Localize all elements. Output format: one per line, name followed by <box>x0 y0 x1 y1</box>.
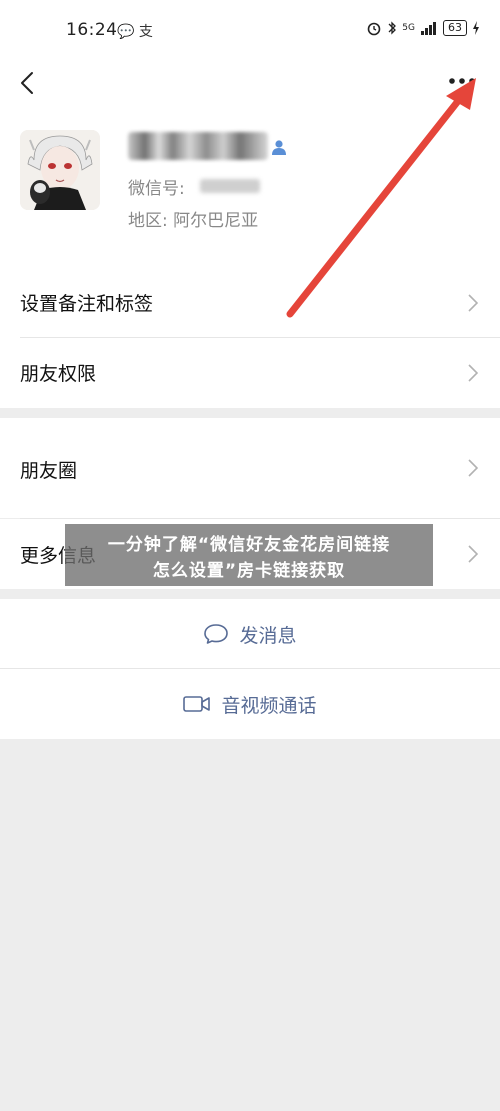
header <box>0 62 500 122</box>
battery-level: 63 <box>443 20 467 36</box>
avatar[interactable] <box>20 130 100 210</box>
charging-icon <box>473 21 479 35</box>
menu-item-label: 设置备注和标签 <box>20 293 154 315</box>
alarm-icon <box>367 22 381 36</box>
avatar-image <box>20 130 100 210</box>
user-icon <box>272 140 286 155</box>
watermark-line-1: 一分钟了解“微信好友金花房间链接 <box>107 535 391 555</box>
watermark-overlay: 一分钟了解“微信好友金花房间链接 怎么设置”房卡链接获取 <box>65 524 433 586</box>
status-bar: 16:24 💬 支 5G 63 <box>0 0 500 62</box>
video-call-button[interactable]: 音视频通话 <box>0 669 500 739</box>
region-text: 地区: 阿尔巴尼亚 <box>128 211 259 231</box>
menu-item-friend-permissions[interactable]: 朋友权限 <box>0 338 500 408</box>
watermark-line-2: 怎么设置”房卡链接获取 <box>152 561 346 581</box>
chevron-left-icon <box>21 72 33 94</box>
more-button[interactable] <box>444 70 480 92</box>
status-time: 16:24 <box>66 20 118 40</box>
nickname-blurred <box>128 132 268 160</box>
send-message-button[interactable]: 发消息 <box>0 599 500 669</box>
menu-item-moments[interactable]: 朋友圈 <box>0 418 500 518</box>
chevron-right-icon <box>468 459 478 477</box>
back-button[interactable] <box>12 66 42 100</box>
menu-item-label: 朋友权限 <box>20 363 97 385</box>
chat-bubble-icon <box>204 624 229 644</box>
status-indicators: 5G 63 <box>366 20 480 36</box>
network-label: 5G <box>402 23 415 33</box>
video-call-label: 音视频通话 <box>221 694 317 717</box>
send-message-label: 发消息 <box>239 624 297 647</box>
menu-item-label: 朋友圈 <box>20 460 78 482</box>
video-camera-icon <box>183 696 211 712</box>
chevron-right-icon <box>468 364 478 382</box>
chevron-right-icon <box>468 545 478 563</box>
status-app-icons: 💬 支 <box>117 24 153 40</box>
signal-icon <box>421 22 436 35</box>
wechat-id-blurred <box>200 179 260 193</box>
bluetooth-icon <box>388 21 397 35</box>
wechat-id-label: 微信号: <box>128 179 185 199</box>
chevron-right-icon <box>468 294 478 312</box>
more-dots-icon <box>449 78 475 84</box>
menu-item-remark-tags[interactable]: 设置备注和标签 <box>0 268 500 338</box>
profile-card: 微信号: 地区: 阿尔巴尼亚 <box>0 122 500 268</box>
